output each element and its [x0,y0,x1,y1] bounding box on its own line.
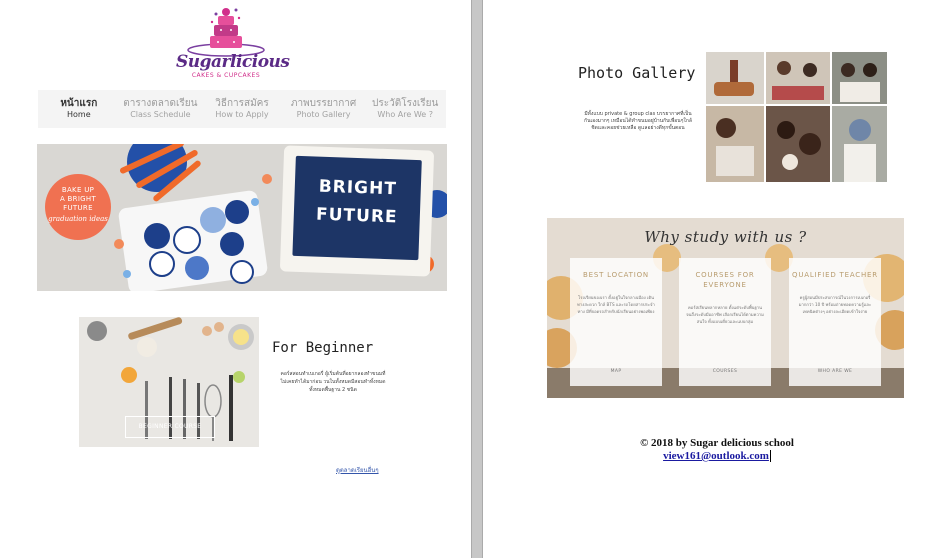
nav-item-thai-label: ภาพบรรยากาศ [290,98,357,109]
nav-item-thai-label: ตารางตลาดเรียน [123,98,198,109]
nav-item-thai-label: ประวัติโรงเรียน [372,98,439,109]
nav-item-photo-gallery[interactable]: ภาพบรรยากาศ Photo Gallery [283,90,365,128]
email-address: view161@outlook.com [663,450,769,462]
photo-gallery-collage[interactable] [706,52,887,182]
cake-logo-icon [187,8,265,57]
nav-item-thai-label: วิธีการสมัคร [215,98,269,109]
graduation-promo-badge: BAKE UP A BRIGHT FUTURE graduation ideas [45,174,111,240]
document-page-2: Photo Gallery มีทั้งแบบ private & group … [482,0,950,558]
hero-banner-image: BAKE UP A BRIGHT FUTURE graduation ideas… [37,144,447,291]
gallery-photo [706,106,764,182]
letter-board-felt: BRIGHT FUTURE [292,155,422,261]
photo-chocolate-decorations [766,106,830,182]
copyright-text: © 2018 by Sugar delicious school [640,437,794,449]
text-cursor [769,450,771,463]
gallery-photo [832,52,887,104]
sugarlicious-logo[interactable]: Sugarlicious CAKES & CUPCAKES [176,6,290,84]
gallery-photo [832,106,887,182]
why-study-section: Why study with us ? BEST LOCATION โรงเรี… [547,218,904,398]
board-text-line: FUTURE [315,204,398,228]
feature-card-courses: COURSES FOR EVERYONE คอร์สเรียนหลากหลาย … [679,258,771,386]
beginner-heading: For Beginner [272,340,374,356]
nav-item-english-label: How to Apply [215,110,269,119]
photo-students [832,52,887,104]
card-link-who-are-we[interactable]: WHO ARE WE [789,369,881,374]
logo-tagline: CAKES & CUPCAKES [191,72,261,79]
nav-item-how-to-apply[interactable]: วิธีการสมัคร How to Apply [201,90,283,128]
nav-item-thai-label: หน้าแรก [60,98,98,109]
card-description: โรงเรียนของเรา ตั้งอยู่ในใจกลางเมือง เดิ… [577,295,655,314]
nav-item-english-label: Class Schedule [130,110,191,119]
photo-piping-cream [706,106,764,182]
gallery-heading: Photo Gallery [578,64,696,82]
gallery-photo [766,106,830,182]
card-description: คอร์สเรียนหลากหลาย ตั้งแต่ระดับพื้นฐานจน… [686,305,764,324]
card-link-courses[interactable]: COURSES [679,369,771,374]
contact-email-link[interactable]: view161@outlook.com [483,450,950,463]
card-link-map[interactable]: MAP [570,369,662,374]
more-classes-link[interactable]: ดูตลาดเรียนอื่นๆ [336,465,379,475]
feature-card-location: BEST LOCATION โรงเรียนของเรา ตั้งอยู่ในใ… [570,258,662,386]
photo-cake-decorating [706,52,764,104]
document-page-1: Sugarlicious CAKES & CUPCAKES หน้าแรก Ho… [0,0,472,558]
photo-student-hijab [832,106,887,182]
card-description: ครูผู้สอนมีประสบการณ์ในวงการเบเกอรี่มากก… [798,295,872,314]
beginner-course-button[interactable]: BEGINNER COURSE [125,416,215,438]
nav-item-english-label: Home [66,110,91,119]
main-navigation: หน้าแรก Home ตารางตลาดเรียน Class Schedu… [38,90,446,128]
board-text-line: BRIGHT [318,176,398,200]
card-title: BEST LOCATION [583,271,649,279]
beginner-description: คอร์สสอนทำเบเกอรี่ ผู้เริ่มต้นที่อยากลอง… [280,371,386,393]
badge-line: BAKE UP [61,186,95,194]
card-title: QUALIFIED TEACHER [792,271,878,279]
badge-line: A BRIGHT [59,195,97,203]
gallery-description: มีทั้งแบบ private & group clas บรรยากาศท… [584,111,692,131]
nav-item-english-label: Who Are We ? [377,110,433,119]
badge-line: FUTURE [63,204,93,212]
card-title: COURSES FOR EVERYONE [695,271,755,289]
nav-item-class-schedule[interactable]: ตารางตลาดเรียน Class Schedule [120,90,202,128]
gallery-photo [766,52,830,104]
nav-item-who-are-we[interactable]: ประวัติโรงเรียน Who Are We ? [364,90,446,128]
logo-wordmark: Sugarlicious [176,52,290,72]
nav-item-english-label: Photo Gallery [296,110,351,119]
gallery-photo [706,52,764,104]
why-study-heading: Why study with us ? [644,228,807,246]
letter-board: BRIGHT FUTURE [279,145,435,277]
nav-item-home[interactable]: หน้าแรก Home [38,90,120,128]
beginner-course-image: BEGINNER COURSE [79,317,259,447]
photo-class-group [766,52,830,104]
feature-card-teacher: QUALIFIED TEACHER ครูผู้สอนมีประสบการณ์ใ… [789,258,881,386]
badge-script: graduation ideas [48,215,108,223]
